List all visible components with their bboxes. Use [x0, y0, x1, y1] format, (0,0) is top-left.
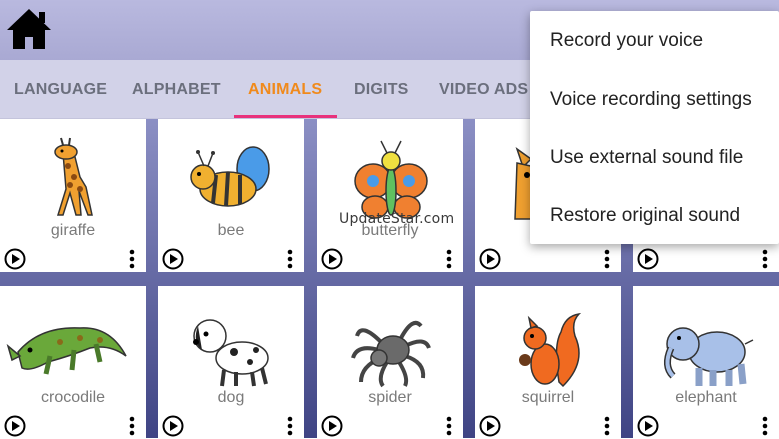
tab-digits[interactable]: DIGITS — [354, 60, 409, 118]
card-crocodile[interactable]: crocodile — [0, 286, 146, 439]
play-icon[interactable] — [4, 248, 26, 270]
card-dog[interactable]: dog — [158, 286, 304, 439]
more-options-icon[interactable] — [441, 248, 457, 270]
menu-item-record-voice[interactable]: Record your voice — [550, 30, 703, 52]
home-button[interactable] — [4, 6, 54, 52]
more-options-icon[interactable] — [757, 415, 773, 437]
card-label: bee — [217, 222, 245, 239]
tab-alphabet[interactable]: ALPHABET — [132, 60, 221, 118]
play-icon[interactable] — [479, 248, 501, 270]
play-icon[interactable] — [321, 248, 343, 270]
play-icon[interactable] — [637, 415, 659, 437]
tab-language[interactable]: LANGUAGE — [14, 60, 107, 118]
card-label: squirrel — [521, 389, 575, 406]
squirrel-illustration — [519, 312, 582, 388]
watermark: UpdateStar.com — [339, 211, 455, 227]
play-icon[interactable] — [479, 415, 501, 437]
more-options-icon[interactable] — [757, 248, 773, 270]
more-options-icon[interactable] — [599, 415, 615, 437]
card-label: elephant — [675, 389, 737, 406]
card-spider[interactable]: spider — [317, 286, 463, 439]
more-options-icon[interactable] — [282, 415, 298, 437]
card-butterfly[interactable]: butterfly — [317, 119, 463, 272]
home-icon — [7, 9, 51, 49]
play-icon[interactable] — [4, 415, 26, 437]
menu-item-use-external-sound-file[interactable]: Use external sound file — [550, 147, 743, 169]
card-label: spider — [368, 389, 412, 406]
bee-illustration — [190, 146, 270, 207]
menu-item-restore-original-sound[interactable]: Restore original sound — [550, 205, 740, 227]
menu-item-voice-recording-settings[interactable]: Voice recording settings — [550, 89, 752, 111]
active-tab-indicator — [234, 115, 337, 118]
more-options-icon[interactable] — [282, 248, 298, 270]
sound-options-menu: Record your voice Voice recording settin… — [530, 11, 779, 244]
play-icon[interactable] — [162, 415, 184, 437]
card-label: dog — [217, 389, 245, 406]
play-icon[interactable] — [637, 248, 659, 270]
card-label: giraffe — [50, 222, 96, 239]
play-icon[interactable] — [162, 248, 184, 270]
play-icon[interactable] — [321, 415, 343, 437]
elephant-illustration — [664, 327, 754, 386]
card-elephant[interactable]: elephant — [633, 286, 779, 439]
giraffe-illustration — [54, 137, 93, 216]
crocodile-illustration — [6, 327, 127, 375]
tab-animals[interactable]: ANIMALS — [248, 60, 322, 118]
more-options-icon[interactable] — [124, 415, 140, 437]
more-options-icon[interactable] — [441, 415, 457, 437]
tab-video-ads[interactable]: VIDEO ADS — [439, 60, 528, 118]
card-label: crocodile — [40, 389, 106, 406]
more-options-icon[interactable] — [599, 248, 615, 270]
card-bee[interactable]: bee — [158, 119, 304, 272]
dog-illustration — [193, 319, 269, 387]
card-giraffe[interactable]: giraffe — [0, 119, 146, 272]
spider-illustration — [351, 321, 431, 388]
more-options-icon[interactable] — [124, 248, 140, 270]
card-squirrel[interactable]: squirrel — [475, 286, 621, 439]
